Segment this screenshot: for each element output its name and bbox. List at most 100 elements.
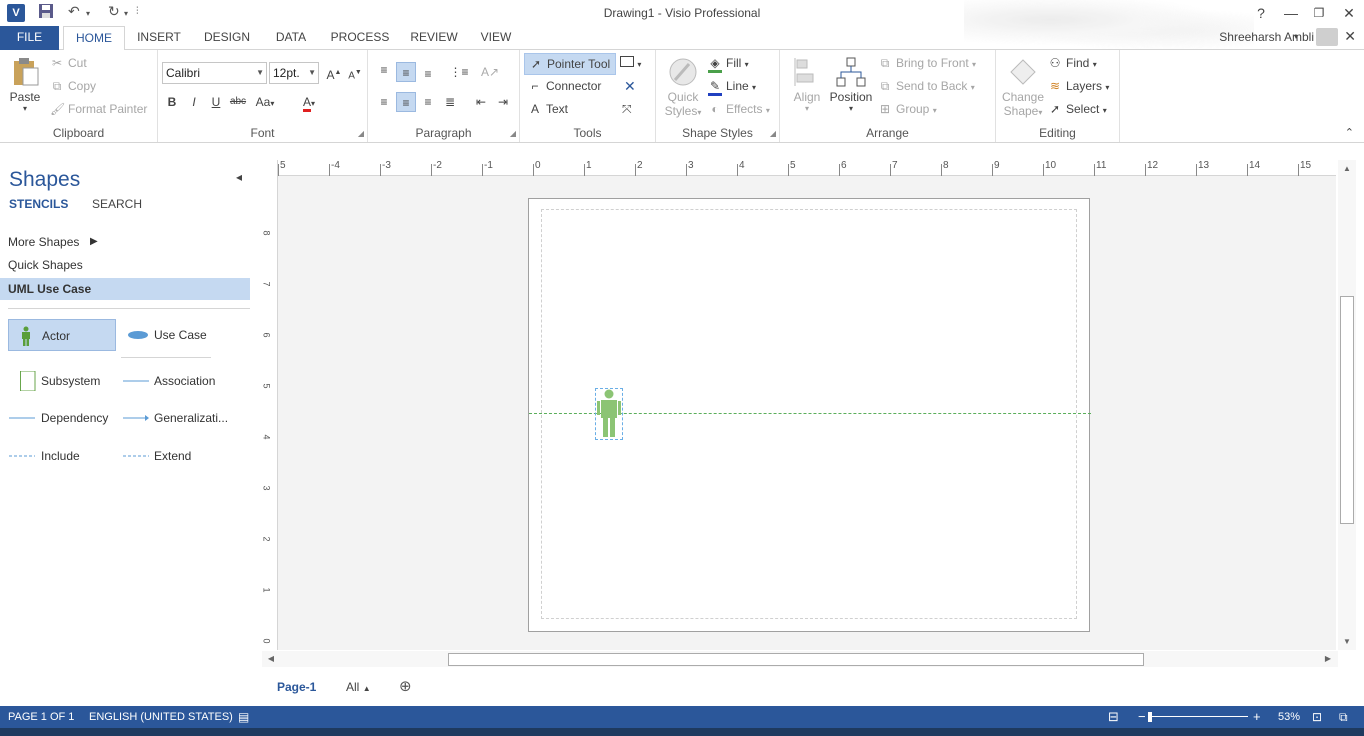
tab-file[interactable]: FILE	[0, 26, 59, 50]
text-direction-icon[interactable]: A↗	[480, 62, 500, 82]
drawing-page[interactable]	[528, 198, 1091, 632]
actor-shape[interactable]	[595, 388, 623, 440]
user-name[interactable]: Shreeharsh Ambli	[1219, 30, 1314, 44]
zoom-in-icon[interactable]: +	[1253, 706, 1261, 728]
shape-generalization[interactable]: Generalizati...	[121, 402, 229, 434]
vertical-scroll-thumb[interactable]	[1340, 296, 1354, 524]
undo-icon[interactable]: ↶	[68, 3, 80, 20]
tab-home[interactable]: HOME	[63, 26, 125, 51]
bullets-icon[interactable]: ⋮≡	[449, 62, 469, 82]
tab-stencils[interactable]: STENCILS	[9, 197, 68, 211]
pointer-tool-button[interactable]: ➚ Pointer Tool	[524, 53, 616, 75]
increase-indent-icon[interactable]: ⇥	[493, 92, 513, 112]
shape-dependency[interactable]: Dependency	[8, 402, 116, 434]
quick-styles-button[interactable]: Quick Styles▾	[662, 56, 704, 118]
grow-font-button[interactable]: A▲	[324, 63, 344, 83]
shape-use-case[interactable]: Use Case	[121, 319, 229, 351]
tab-design[interactable]: DESIGN	[198, 26, 256, 50]
tab-insert[interactable]: INSERT	[131, 26, 187, 50]
page-tab-page-1[interactable]: Page-1	[277, 680, 317, 695]
rectangle-tool-button[interactable]: ▾	[620, 56, 641, 70]
tab-view[interactable]: VIEW	[474, 26, 518, 50]
cut-button[interactable]: ✂ Cut	[50, 56, 87, 70]
collapse-ribbon-icon[interactable]: ⌃	[1345, 126, 1354, 139]
switch-windows-icon[interactable]: ⧉	[1339, 706, 1348, 728]
select-button[interactable]: ➚ Select ▾	[1048, 102, 1107, 116]
line-button[interactable]: ✎ Line ▾	[708, 79, 756, 96]
bold-button[interactable]: B	[162, 92, 182, 112]
position-button[interactable]: Position ▾	[828, 56, 874, 113]
zoom-level[interactable]: 53%	[1278, 706, 1300, 728]
shape-styles-dialog-launcher-icon[interactable]: ◢	[770, 129, 776, 138]
uml-use-case-stencil[interactable]: UML Use Case	[0, 278, 250, 300]
find-button[interactable]: ⚇ Find ▾	[1048, 56, 1097, 70]
scroll-up-icon[interactable]: ▲	[1340, 164, 1354, 173]
tab-process[interactable]: PROCESS	[326, 26, 394, 50]
macro-record-icon[interactable]: ▤	[238, 706, 249, 728]
change-shape-button[interactable]: Change Shape▾	[1000, 56, 1046, 118]
quick-shapes-item[interactable]: Quick Shapes	[0, 254, 250, 276]
shape-extend[interactable]: Extend	[121, 440, 229, 472]
page-indicator[interactable]: PAGE 1 OF 1	[8, 706, 74, 728]
horizontal-ruler[interactable]: 5 -4 -3 -2 -1 0 1 2 3 4 5 6 7 8 9 10 11 12 13 14 15	[278, 160, 1336, 176]
send-to-back-button[interactable]: ⧉ Send to Back ▾	[878, 79, 975, 94]
horizontal-scroll-thumb[interactable]	[448, 653, 1144, 666]
tab-search[interactable]: SEARCH	[92, 197, 142, 211]
layers-button[interactable]: ≋ Layers ▾	[1048, 79, 1109, 93]
connection-point-icon[interactable]: ⤧	[622, 102, 632, 117]
font-color-button[interactable]: A▾	[294, 92, 324, 112]
decrease-indent-icon[interactable]: ⇤	[471, 92, 491, 112]
close-button[interactable]: ✕	[1336, 2, 1362, 24]
shape-actor[interactable]: Actor	[8, 319, 116, 351]
fill-button[interactable]: ◈ Fill ▾	[708, 56, 749, 73]
align-middle-icon[interactable]: ≡	[396, 62, 416, 82]
connector-button[interactable]: ⌐ Connector	[528, 79, 601, 93]
text-tool-button[interactable]: A Text	[528, 102, 568, 116]
scroll-right-icon[interactable]: ▶	[1322, 654, 1334, 663]
zoom-out-icon[interactable]: −	[1138, 706, 1146, 728]
strikethrough-button[interactable]: abc	[228, 92, 248, 112]
save-icon[interactable]	[38, 3, 54, 22]
effects-button[interactable]: ◐ Effects ▾	[708, 102, 769, 116]
all-pages-button[interactable]: All ▲	[346, 680, 371, 694]
language-indicator[interactable]: ENGLISH (UNITED STATES)	[89, 706, 233, 728]
underline-button[interactable]: U	[206, 92, 226, 112]
fit-page-icon[interactable]: ⊡	[1312, 706, 1322, 728]
align-bottom-icon[interactable]: ≡	[418, 64, 438, 84]
drawing-canvas[interactable]	[278, 176, 1336, 650]
align-top-icon[interactable]: ≡	[374, 60, 394, 80]
bring-to-front-button[interactable]: ⧉ Bring to Front ▾	[878, 56, 976, 71]
tab-data[interactable]: DATA	[266, 26, 316, 50]
zoom-slider-track[interactable]	[1150, 716, 1248, 717]
zoom-slider-thumb[interactable]	[1147, 712, 1152, 722]
italic-button[interactable]: I	[184, 92, 204, 112]
align-right-icon[interactable]: ≡	[418, 92, 438, 112]
presentation-mode-icon[interactable]: ⊟	[1108, 706, 1119, 728]
close-tool-icon[interactable]: ✕	[624, 78, 636, 95]
font-dialog-launcher-icon[interactable]: ◢	[358, 129, 364, 138]
redo-icon[interactable]: ↻	[108, 3, 120, 20]
font-name-select[interactable]: Calibri ▼	[162, 62, 267, 84]
paragraph-dialog-launcher-icon[interactable]: ◢	[510, 129, 516, 138]
help-icon[interactable]: ?	[1248, 2, 1274, 24]
format-painter-button[interactable]: 🖌 Format Painter	[50, 102, 147, 116]
visio-app-icon[interactable]: V	[7, 4, 25, 22]
copy-button[interactable]: ⧉ Copy	[50, 79, 96, 94]
tab-review[interactable]: REVIEW	[404, 26, 464, 50]
paste-button[interactable]: Paste ▾	[6, 56, 44, 113]
group-button[interactable]: ⊞ Group ▾	[878, 102, 937, 116]
add-page-icon[interactable]: ⊕	[399, 677, 412, 695]
close-document-icon[interactable]: ✕	[1344, 28, 1356, 45]
restore-button[interactable]: ❐	[1306, 2, 1332, 24]
redo-dropdown-icon[interactable]: ▾	[124, 9, 128, 18]
avatar[interactable]	[1316, 28, 1338, 46]
collapse-pane-icon[interactable]: ◂	[236, 170, 242, 184]
align-center-icon[interactable]: ≡	[396, 92, 416, 112]
shape-association[interactable]: Association	[121, 365, 229, 397]
more-shapes-item[interactable]: More Shapes ▶	[0, 231, 250, 253]
font-size-select[interactable]: 12pt. ▼	[269, 62, 319, 84]
scroll-down-icon[interactable]: ▼	[1340, 637, 1354, 646]
customize-qat-icon[interactable]: ⫶	[136, 6, 139, 17]
align-left-icon[interactable]: ≡	[374, 92, 394, 112]
undo-dropdown-icon[interactable]: ▾	[86, 9, 90, 18]
